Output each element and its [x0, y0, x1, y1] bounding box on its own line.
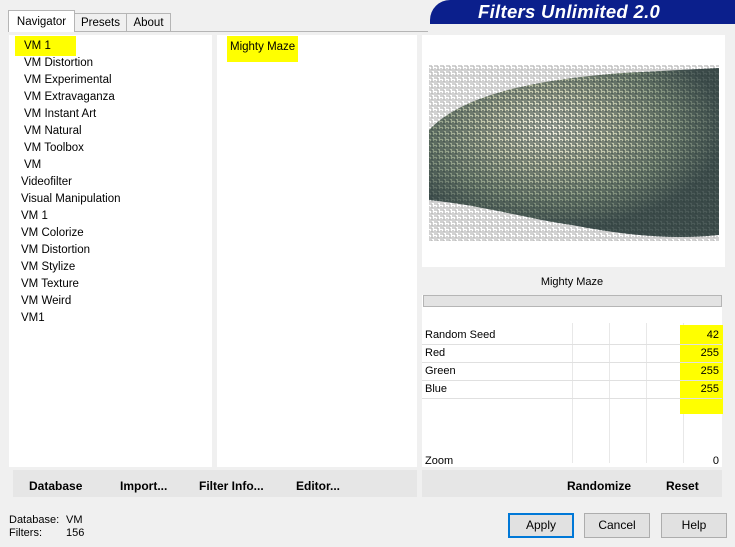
- param-row-line: [422, 398, 722, 399]
- param-row-line: [422, 362, 722, 363]
- zoom-value[interactable]: 0: [713, 452, 719, 470]
- category-item[interactable]: VM: [24, 157, 41, 174]
- param-value[interactable]: 255: [701, 362, 719, 380]
- category-item[interactable]: VM Distortion: [24, 55, 93, 72]
- reset-button[interactable]: Reset: [666, 479, 699, 493]
- category-item[interactable]: VM1: [21, 310, 45, 327]
- category-item[interactable]: VM Toolbox: [24, 140, 84, 157]
- status-database-value: VM: [66, 514, 83, 526]
- category-item[interactable]: Videofilter: [21, 174, 72, 191]
- category-item[interactable]: VM Stylize: [21, 259, 75, 276]
- randomize-button[interactable]: Randomize: [567, 479, 631, 493]
- apply-button[interactable]: Apply: [508, 513, 574, 538]
- status-database-label: Database:: [9, 514, 60, 526]
- category-item[interactable]: VM Natural: [24, 123, 82, 140]
- category-item[interactable]: VM 1: [15, 36, 76, 56]
- import-button[interactable]: Import...: [120, 479, 167, 493]
- editor-button[interactable]: Editor...: [296, 479, 340, 493]
- param-value[interactable]: 255: [701, 344, 719, 362]
- database-button[interactable]: Database: [29, 479, 82, 493]
- category-list[interactable]: VM 1 VM Distortion VM Experimental VM Extra…: [9, 35, 212, 467]
- category-item[interactable]: VM Texture: [21, 276, 79, 293]
- param-row-line: [422, 380, 722, 381]
- filter-item[interactable]: Mighty Maze: [227, 36, 299, 62]
- category-item[interactable]: VM Distortion: [21, 242, 90, 259]
- param-label: Blue: [425, 383, 448, 395]
- category-item[interactable]: VM Instant Art: [24, 106, 96, 123]
- filter-list[interactable]: Mighty Maze: [217, 35, 417, 467]
- param-label: Green: [425, 365, 456, 377]
- divider-bar: [423, 295, 722, 307]
- status-filters-label: Filters:: [9, 527, 42, 539]
- preview-image: [429, 65, 719, 241]
- parameter-panel: Mighty Maze: [422, 271, 722, 467]
- tab-presets[interactable]: Presets: [74, 13, 127, 31]
- status-filters-value: 156: [66, 527, 85, 539]
- filter-title: Mighty Maze: [540, 276, 604, 288]
- param-value[interactable]: 42: [707, 326, 719, 344]
- cancel-button[interactable]: Cancel: [584, 513, 650, 538]
- category-item[interactable]: VM Extravaganza: [24, 89, 115, 106]
- param-row-line: [422, 344, 722, 345]
- param-value[interactable]: 255: [701, 380, 719, 398]
- help-button[interactable]: Help: [661, 513, 727, 538]
- zoom-label: Zoom: [425, 455, 454, 467]
- filter-info-button[interactable]: Filter Info...: [199, 479, 264, 493]
- tab-navigator[interactable]: Navigator: [8, 10, 75, 32]
- tab-about[interactable]: About: [126, 13, 171, 31]
- app-title: Filters Unlimited 2.0: [478, 1, 661, 22]
- category-item[interactable]: Visual Manipulation: [21, 191, 121, 208]
- category-item[interactable]: VM Weird: [21, 293, 71, 310]
- param-label: Red: [425, 347, 446, 359]
- preview-area: [422, 35, 725, 267]
- category-item[interactable]: VM 1: [21, 208, 48, 225]
- param-label: Random Seed: [425, 329, 496, 341]
- category-item[interactable]: VM Experimental: [24, 72, 112, 89]
- category-item[interactable]: VM Colorize: [21, 225, 84, 242]
